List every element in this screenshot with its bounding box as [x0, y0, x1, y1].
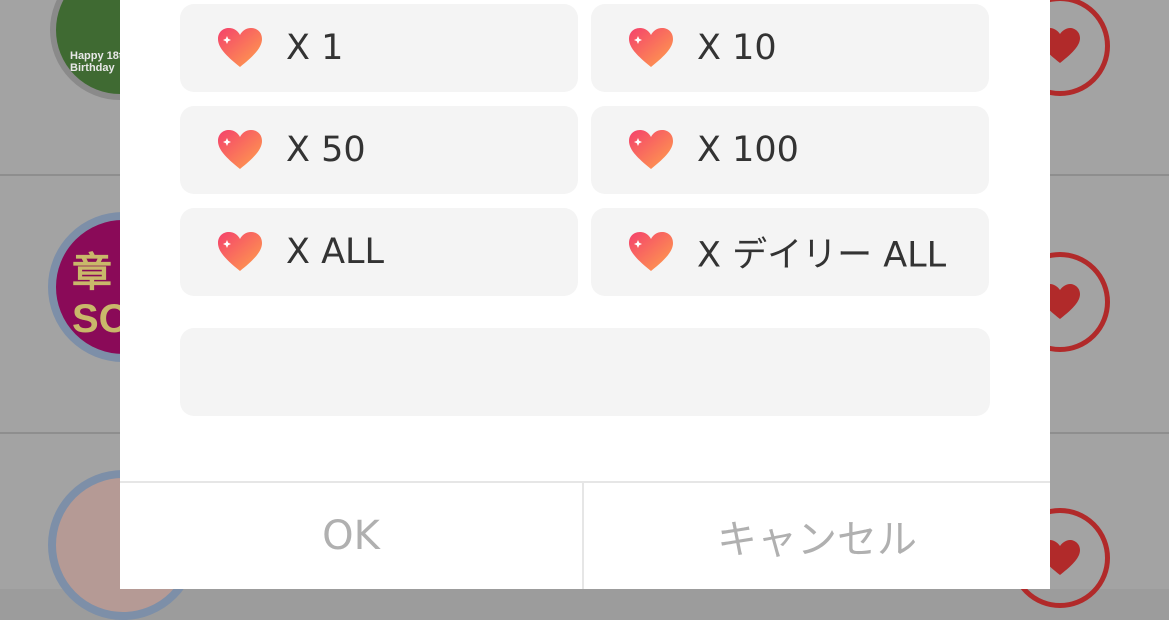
option-label: X ALL — [286, 232, 385, 272]
heart-icon — [629, 28, 673, 67]
option-x10[interactable]: X 10 — [591, 4, 989, 92]
like-count-dialog: X 1 X 10 X 50 X 100 X ALL X デイリー ALL OK … — [120, 0, 1050, 589]
ok-button[interactable]: OK — [120, 483, 582, 589]
option-label: X 1 — [286, 28, 344, 68]
option-x-all[interactable]: X ALL — [180, 208, 578, 296]
heart-icon — [629, 232, 673, 271]
option-x50[interactable]: X 50 — [180, 106, 578, 194]
option-x1[interactable]: X 1 — [180, 4, 578, 92]
option-label: X 50 — [286, 130, 366, 170]
option-label: X 100 — [697, 130, 799, 170]
heart-icon — [218, 28, 262, 67]
heart-icon — [218, 130, 262, 169]
heart-icon — [218, 232, 262, 271]
option-x-daily-all[interactable]: X デイリー ALL — [591, 208, 989, 296]
count-input[interactable] — [180, 328, 990, 416]
option-label: X 10 — [697, 28, 777, 68]
cancel-button[interactable]: キャンセル — [584, 483, 1050, 589]
option-x100[interactable]: X 100 — [591, 106, 989, 194]
heart-icon — [629, 130, 673, 169]
option-label: X デイリー ALL — [697, 235, 947, 276]
